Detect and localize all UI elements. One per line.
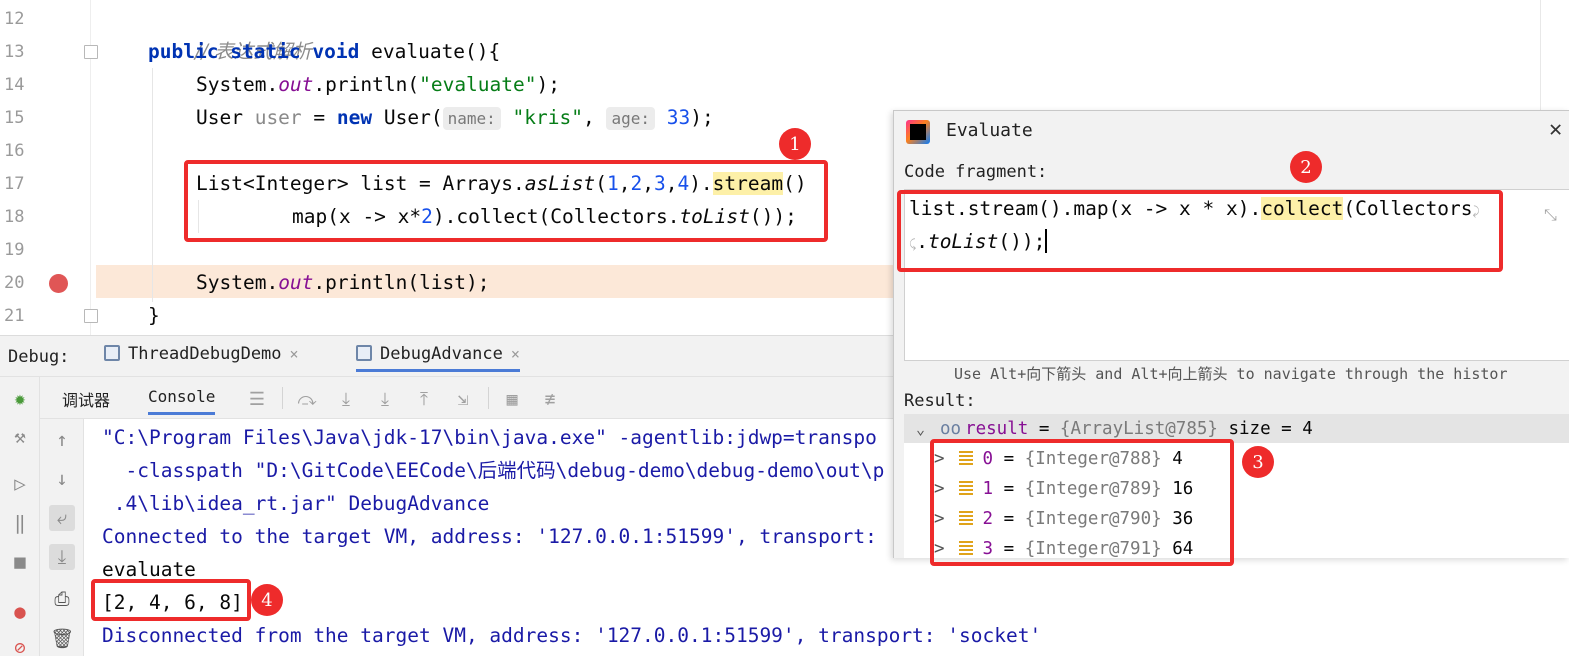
annotation-badge-4: 4 [251,584,283,616]
console-line: Connected to the target VM, address: '12… [102,525,877,548]
bug-icon[interactable]: ✹ [7,386,33,412]
line-number: 21 [4,306,25,326]
watch-glasses-icon: oo [940,419,962,439]
soft-wrap-icon[interactable]: ⤶ [49,505,75,531]
line-number: 12 [4,9,25,29]
line-number: 14 [4,75,25,95]
trace-icon[interactable]: ≢ [539,388,561,410]
console-line: -classpath "D:\GitCode\EECode\后端代码\debug… [102,459,885,482]
param-hint-name: name: [442,107,501,130]
trash-icon[interactable]: 🗑 [49,625,75,651]
debug-label: Debug: [8,347,70,367]
annotation-box-2 [897,190,1503,272]
tab-debug-advance[interactable]: DebugAdvance × [356,344,520,372]
console-line: Disconnected from the target VM, address… [102,624,1042,647]
code-fragment-label: Code fragment: [904,162,1048,182]
console-line: "C:\Program Files\Java\jdk-17\bin\java.e… [102,426,877,449]
line-number: 20 [4,273,25,293]
annotation-badge-1: 1 [779,128,811,160]
breakpoint-icon[interactable] [49,274,68,293]
intellij-logo-icon [906,120,930,144]
step-into-icon[interactable]: ⤓ [335,388,357,410]
code-line-20[interactable]: System.out.println(list); [196,266,490,299]
tab-debugger[interactable]: 调试器 [62,387,110,411]
annotation-badge-2: 2 [1290,151,1322,183]
menu-icon[interactable]: ☰ [246,388,268,410]
stop-icon[interactable]: ■ [7,549,33,575]
code-line-13[interactable]: public static void evaluate(){ [148,35,500,68]
annotation-box-4 [91,579,251,621]
line-number: 13 [4,42,25,62]
close-icon[interactable]: ✕ [1549,117,1562,142]
resume-icon[interactable]: ▷ [7,471,33,497]
run-to-cursor-icon[interactable]: ⇲ [452,388,474,410]
annotation-badge-3: 3 [1242,446,1274,478]
arrow-down-icon[interactable]: ↓ [49,466,75,492]
tab-thread-debug-demo[interactable]: ThreadDebugDemo × [104,344,299,372]
debug-subtabs: 调试器 Console ☰ ⤼ ⤓ ⤓ ⤒ ⇲ ▦ ≢ [40,377,900,419]
run-config-icon [104,345,120,361]
line-number: 15 [4,108,25,128]
scroll-to-end-icon[interactable]: ⤓ [49,544,75,570]
code-line-14[interactable]: System.out.println("evaluate"); [196,68,560,101]
line-number: 18 [4,207,25,227]
line-number: 19 [4,240,25,260]
evaluate-expression-icon[interactable]: ▦ [501,388,523,410]
view-breakpoints-icon[interactable]: ● [7,599,33,625]
step-over-icon[interactable]: ⤼ [296,388,318,410]
dialog-title: Evaluate [946,120,1033,141]
fold-toggle-icon[interactable] [84,45,98,59]
arrow-up-icon[interactable]: ↑ [49,427,75,453]
line-number: 16 [4,141,25,161]
expand-icon[interactable]: ⤡ [1544,205,1557,225]
chevron-down-icon[interactable]: ⌄ [916,420,925,438]
pause-icon[interactable]: ‖ [7,510,33,536]
editor-gutter: 12 13 14 15 16 17 18 19 20 21 [0,0,96,335]
mute-breakpoints-icon[interactable]: ⊘ [7,635,33,656]
wrench-icon[interactable]: ⚒ [7,424,33,450]
line-number: 17 [4,174,25,194]
tab-console[interactable]: Console [148,387,216,415]
force-step-into-icon[interactable]: ⤓ [374,388,396,410]
result-label: Result: [904,391,976,411]
debug-left-toolbar: ✹ ⚒ ▷ ‖ ■ ● ⊘ [0,377,40,656]
step-out-icon[interactable]: ⤒ [413,388,435,410]
fold-toggle-icon[interactable] [84,309,98,323]
code-line-15[interactable]: User user = new User(name: "kris", age: … [196,101,714,135]
history-hint: Use Alt+向下箭头 and Alt+向上箭头 to navigate th… [954,365,1508,383]
close-icon[interactable]: × [511,345,520,363]
close-icon[interactable]: × [290,345,299,363]
console-side-toolbar: ↑ ↓ ⤶ ⤓ ⎙ 🗑 [40,419,84,656]
run-config-icon [356,345,372,361]
code-line-21[interactable]: } [148,299,160,332]
annotation-box-3 [930,439,1234,566]
annotation-box-1 [184,160,828,242]
param-hint-age: age: [606,107,655,130]
console-line: .4\lib\idea_rt.jar" DebugAdvance [102,492,490,515]
print-icon[interactable]: ⎙ [49,586,75,612]
